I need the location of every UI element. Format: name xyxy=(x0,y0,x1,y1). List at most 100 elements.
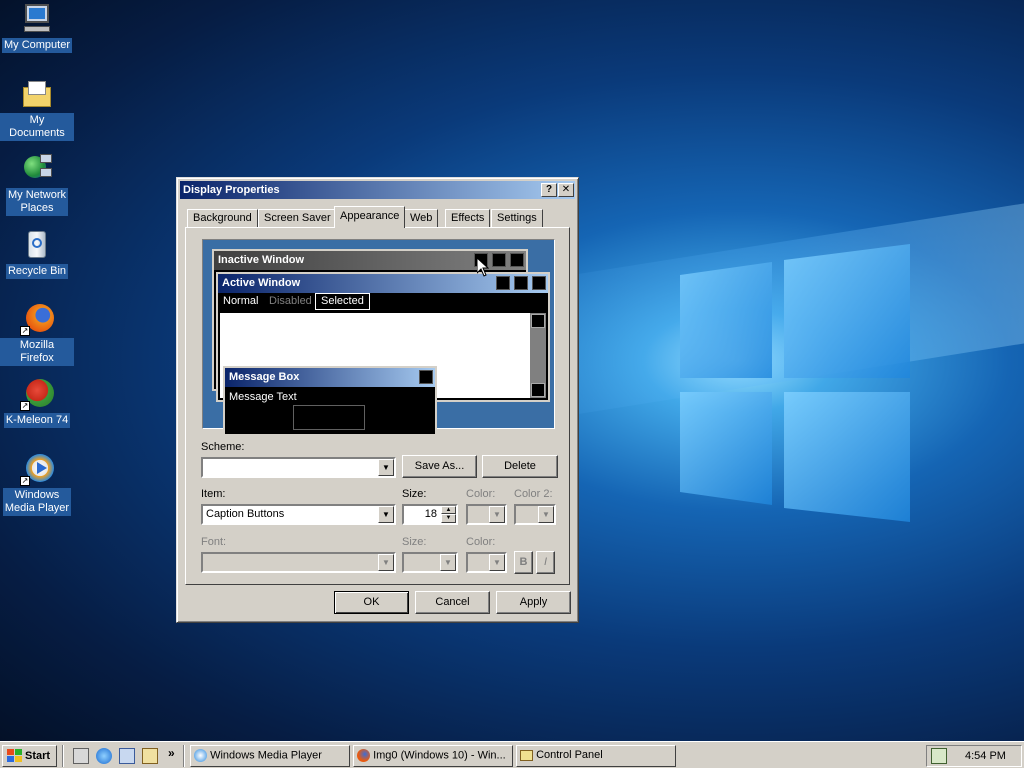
shortcut-arrow-icon: ↗ xyxy=(20,401,30,411)
chevron-down-icon[interactable]: ▼ xyxy=(378,554,394,571)
desktop-icon-label: My Network Places xyxy=(5,188,69,216)
k-meleon-icon: ↗ xyxy=(20,377,54,411)
preview-active-titlebar: Active Window xyxy=(218,274,548,293)
desktop-icon-label: K-Meleon 74 xyxy=(3,413,71,428)
appearance-tab-panel: Inactive Window Active Window Normal Dis… xyxy=(185,227,570,585)
preview-active-title: Active Window xyxy=(222,277,301,289)
item-select[interactable]: Caption Buttons ▼ xyxy=(201,504,396,525)
desktop-icon-my-computer[interactable]: My Computer xyxy=(0,2,74,53)
show-desktop-icon[interactable] xyxy=(73,748,89,764)
start-label: Start xyxy=(25,749,51,762)
firefox-icon xyxy=(357,749,370,762)
item-color-picker[interactable]: ▼ xyxy=(466,504,507,525)
preview-scrollbar xyxy=(530,313,546,398)
item-label: Item: xyxy=(201,488,226,500)
tab-settings[interactable]: Settings xyxy=(491,209,543,228)
cancel-button[interactable]: Cancel xyxy=(415,591,490,614)
item-size-spinner[interactable]: 18 ▲ ▼ xyxy=(402,504,458,525)
caption-close-icon xyxy=(532,276,546,290)
internet-explorer-icon[interactable] xyxy=(96,748,112,764)
system-tray: 4:54 PM xyxy=(926,745,1022,767)
media-player-icon: ↗ xyxy=(20,452,54,486)
delete-button[interactable]: Delete xyxy=(482,455,558,478)
network-tray-icon[interactable] xyxy=(931,748,947,764)
taskbar-divider xyxy=(183,745,185,767)
control-panel-icon xyxy=(520,749,533,761)
tab-appearance[interactable]: Appearance xyxy=(334,206,406,228)
preview-inactive-title: Inactive Window xyxy=(218,254,305,266)
desktop-icon-k-meleon[interactable]: ↗ K-Meleon 74 xyxy=(0,377,74,428)
chevron-down-icon[interactable]: ▼ xyxy=(378,459,394,476)
desktop-icon-my-network-places[interactable]: My Network Places xyxy=(0,152,74,216)
caption-close-icon xyxy=(510,253,524,267)
scheme-select[interactable]: ▼ xyxy=(201,457,396,478)
preview-menu-disabled: Disabled xyxy=(269,295,312,307)
tab-effects[interactable]: Effects xyxy=(445,209,491,228)
chevron-down-icon[interactable]: ▼ xyxy=(489,506,505,523)
font-size-select[interactable]: ▼ xyxy=(402,552,458,573)
preview-menu-bar: Normal Disabled Selected xyxy=(218,293,548,311)
chevron-down-icon[interactable]: ▼ xyxy=(440,554,456,571)
caption-maximize-icon xyxy=(492,253,506,267)
appearance-preview: Inactive Window Active Window Normal Dis… xyxy=(202,239,555,436)
save-as-button[interactable]: Save As... xyxy=(402,455,477,478)
firefox-icon: ↗ xyxy=(20,302,54,336)
recycle-bin-icon xyxy=(20,228,54,262)
help-button[interactable]: ? xyxy=(541,183,557,197)
chevron-down-icon[interactable]: ▼ xyxy=(489,554,505,571)
desktop-icon-label: Windows Media Player xyxy=(2,488,72,516)
preview-msgbox-titlebar: Message Box xyxy=(225,368,435,387)
clock[interactable]: 4:54 PM xyxy=(965,750,1006,762)
ok-button[interactable]: OK xyxy=(334,591,409,614)
dialog-titlebar[interactable]: Display Properties ? ✕ xyxy=(180,181,575,199)
computer-icon xyxy=(20,2,54,36)
close-button[interactable]: ✕ xyxy=(558,183,574,197)
desktop-icon-my-documents[interactable]: My Documents xyxy=(0,77,74,141)
item-color-label: Color: xyxy=(466,488,496,500)
chevron-down-icon[interactable]: ▼ xyxy=(538,506,554,523)
spin-down-icon[interactable]: ▼ xyxy=(441,514,456,523)
desktop-icon-recycle-bin[interactable]: Recycle Bin xyxy=(0,228,74,279)
preview-msgbox-title: Message Box xyxy=(229,371,300,383)
font-size-label: Size: xyxy=(402,536,427,548)
task-windows-media-player[interactable]: Windows Media Player xyxy=(190,745,350,767)
spin-up-icon[interactable]: ▲ xyxy=(441,506,456,514)
start-button[interactable]: Start xyxy=(2,745,57,767)
outlook-express-icon[interactable] xyxy=(119,748,135,764)
windows-flag-icon xyxy=(7,749,23,763)
desktop-icon-label: Mozilla Firefox xyxy=(0,338,74,366)
italic-button[interactable]: I xyxy=(536,551,555,574)
tab-screen-saver[interactable]: Screen Saver xyxy=(258,209,337,228)
desktop-icon-label: My Computer xyxy=(1,38,73,53)
preview-menu-selected: Selected xyxy=(315,293,370,310)
task-label: Img0 (Windows 10) - Win... xyxy=(373,749,506,762)
folder-icon xyxy=(20,77,54,111)
chevron-down-icon[interactable]: ▼ xyxy=(378,506,394,523)
task-img0-windows-10[interactable]: Img0 (Windows 10) - Win... xyxy=(353,745,513,767)
desktop-icon-mozilla-firefox[interactable]: ↗ Mozilla Firefox xyxy=(0,302,74,366)
tab-web[interactable]: Web xyxy=(404,209,439,228)
shortcut-arrow-icon: ↗ xyxy=(20,476,30,486)
item-value: Caption Buttons xyxy=(206,508,285,520)
preview-menu-normal: Normal xyxy=(223,295,259,307)
quick-launch-more-button[interactable]: » xyxy=(168,746,175,760)
caption-maximize-icon xyxy=(514,276,528,290)
mouse-cursor-icon xyxy=(477,258,489,277)
font-select[interactable]: ▼ xyxy=(201,552,396,573)
item-size-label: Size: xyxy=(402,488,427,500)
apply-button[interactable]: Apply xyxy=(496,591,571,614)
scheme-label: Scheme: xyxy=(201,441,245,453)
search-icon[interactable] xyxy=(142,748,158,764)
item-color2-label: Color 2: xyxy=(514,488,553,500)
font-color-picker[interactable]: ▼ xyxy=(466,552,507,573)
item-color2-picker[interactable]: ▼ xyxy=(514,504,556,525)
taskbar-divider xyxy=(62,745,64,767)
display-properties-dialog: Display Properties ? ✕ Background Screen… xyxy=(176,177,579,623)
dialog-title: Display Properties xyxy=(183,184,280,196)
desktop-icon-label: Recycle Bin xyxy=(5,264,69,279)
bold-button[interactable]: B xyxy=(514,551,533,574)
task-control-panel[interactable]: Control Panel xyxy=(516,745,676,767)
tab-background[interactable]: Background xyxy=(187,209,258,228)
task-label: Windows Media Player xyxy=(210,749,322,762)
desktop-icon-windows-media-player[interactable]: ↗ Windows Media Player xyxy=(0,452,74,516)
